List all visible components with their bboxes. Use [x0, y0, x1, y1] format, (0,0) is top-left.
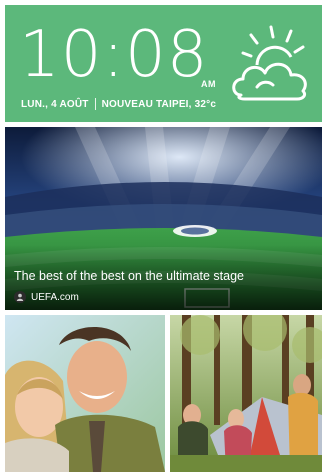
clock-time: 10:08: [19, 18, 209, 92]
article-source: UEFA.com: [14, 290, 79, 304]
source-name: UEFA.com: [31, 291, 79, 303]
home-screen: 10:08 AM LUN., 4 AOÛT NOUVEAU TAIPEI, 32…: [0, 0, 327, 472]
source-avatar-icon: [14, 291, 26, 303]
partly-cloudy-sun-icon: [232, 25, 307, 101]
featured-article-card[interactable]: The best of the best on the ultimate sta…: [5, 127, 322, 310]
info-divider: [94, 98, 96, 110]
couple-photo: [5, 315, 165, 472]
article-headline: The best of the best on the ultimate sta…: [14, 269, 245, 283]
location-temperature-label: NOUVEAU TAIPEI, 32°c: [101, 98, 217, 110]
clock-ampm: AM: [201, 79, 216, 89]
photo-tile-camping[interactable]: [170, 315, 322, 472]
clock-weather-widget[interactable]: 10:08 AM LUN., 4 AOÛT NOUVEAU TAIPEI, 32…: [5, 5, 322, 122]
camping-photo: [170, 315, 322, 472]
photo-tile-couple[interactable]: [5, 315, 165, 472]
date-label: LUN., 4 AOÛT: [21, 98, 89, 110]
date-location-row: LUN., 4 AOÛT NOUVEAU TAIPEI, 32°c: [21, 97, 216, 111]
